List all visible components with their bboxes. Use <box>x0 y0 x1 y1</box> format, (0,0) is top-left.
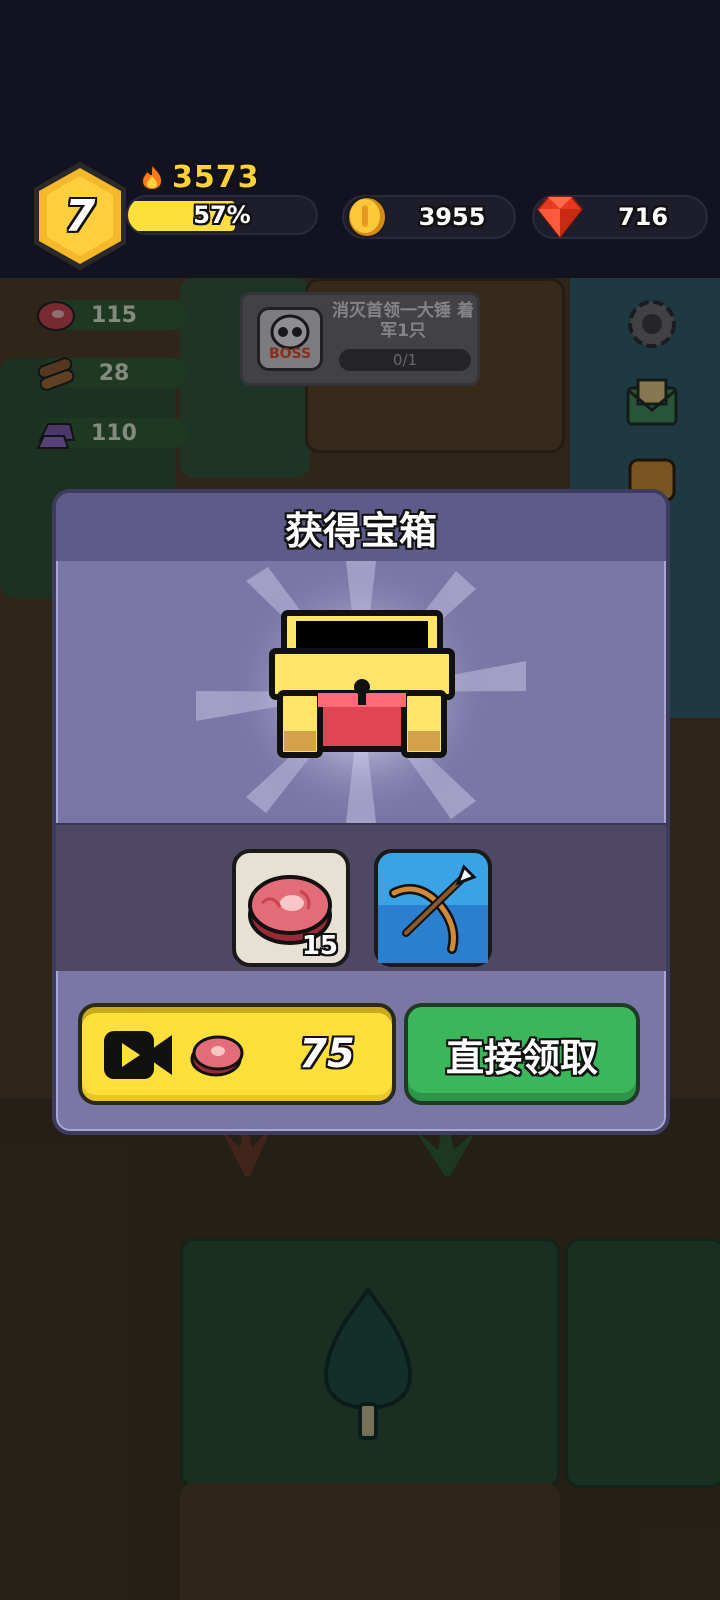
player-level-badge[interactable]: 7 <box>30 160 130 272</box>
reward-items-strip: 15 <box>56 823 666 971</box>
flame-icon <box>140 162 164 192</box>
chest-reward-dialog: 获得宝箱 15 75 直接领取 <box>52 489 670 1135</box>
ad-reward-amount: 75 <box>299 1031 355 1077</box>
reward-meat-count: 15 <box>301 931 338 961</box>
gem-counter[interactable]: 716 <box>532 195 708 239</box>
direct-claim-button[interactable]: 直接领取 <box>404 1003 640 1105</box>
claim-button-label: 直接领取 <box>445 1035 598 1080</box>
power-value: 3573 <box>172 159 260 195</box>
gem-value: 716 <box>617 203 669 231</box>
watch-ad-claim-button[interactable]: 75 <box>78 1003 396 1105</box>
dialog-header: 获得宝箱 <box>56 493 666 561</box>
coin-value: 3955 <box>418 203 486 231</box>
reward-item-crossbow[interactable] <box>374 849 492 967</box>
video-camera-icon <box>104 1031 172 1079</box>
dialog-title: 获得宝箱 <box>284 508 437 553</box>
chest-display <box>56 561 666 823</box>
power-row: 3573 <box>138 159 260 195</box>
level-number: 7 <box>64 190 96 242</box>
top-hud: 7 3573 57% 3955 716 <box>0 0 720 278</box>
crossbow-icon <box>378 864 488 963</box>
exp-percent-label: 57% <box>193 201 251 229</box>
ruby-gem-icon <box>536 196 584 239</box>
coin-counter[interactable]: 3955 <box>342 195 516 239</box>
meat-icon <box>190 1035 244 1077</box>
coin-icon <box>347 196 387 238</box>
exp-progress-bar: 57% <box>126 195 318 235</box>
treasure-chest-icon <box>196 561 526 823</box>
reward-item-meat[interactable]: 15 <box>232 849 350 967</box>
